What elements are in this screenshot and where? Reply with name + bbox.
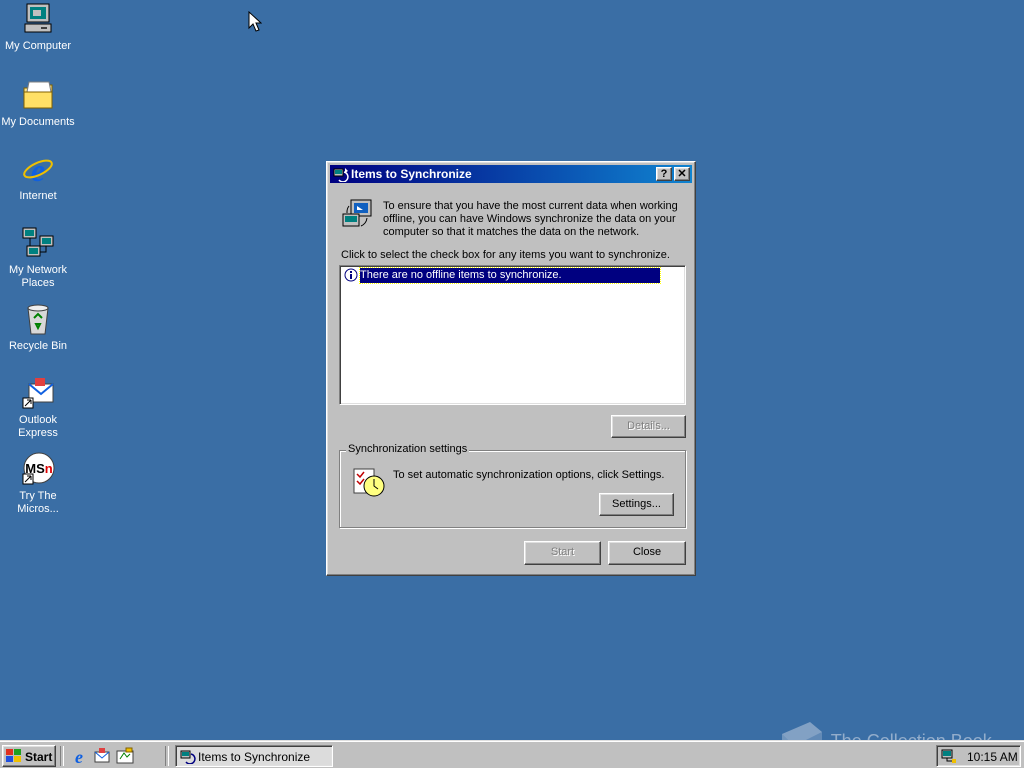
list-item[interactable]: There are no offline items to synchroniz… (342, 267, 661, 285)
svg-text:e: e (31, 152, 45, 186)
quick-launch-outlook-icon[interactable] (93, 747, 111, 768)
computer-icon (21, 2, 55, 36)
sync-icon (333, 166, 349, 183)
desktop-icon-label: Try The Micros... (17, 490, 59, 515)
windows-logo-icon (6, 749, 22, 766)
desktop-icon-label: My Documents (1, 116, 75, 128)
desktop-icon-outlook-express[interactable]: Outlook Express (0, 376, 76, 440)
start-button[interactable]: Start (524, 541, 601, 565)
close-title-button[interactable]: ✕ (674, 167, 690, 181)
desktop-icon-my-documents[interactable]: My Documents (0, 78, 76, 129)
list-item-label: There are no offline items to synchroniz… (359, 267, 661, 284)
details-button[interactable]: Details... (611, 415, 686, 438)
items-to-synchronize-dialog: Items to Synchronize ? ✕ To ensure that … (326, 161, 696, 576)
system-tray: 10:15 AM (936, 745, 1021, 767)
synchronization-settings-group: Synchronization settings To set automati… (339, 443, 686, 528)
desktop-icon-label: Outlook Express (18, 414, 58, 439)
schedule-clock-icon (352, 465, 386, 502)
svg-text:e: e (75, 747, 83, 765)
outlook-express-icon (21, 376, 55, 410)
network-icon (21, 226, 55, 260)
desktop-icon-my-network-places[interactable]: My Network Places (0, 226, 76, 290)
desktop-icon-recycle-bin[interactable]: Recycle Bin (0, 302, 76, 353)
desktop-icon-label: My Network Places (8, 264, 68, 289)
desktop-icon-label: Recycle Bin (8, 340, 68, 352)
desktop-icon-try-the-microsoft[interactable]: MSn Try The Micros... (0, 452, 76, 516)
dialog-description: To ensure that you have the most current… (383, 200, 678, 238)
desktop-icon-internet[interactable]: e Internet (0, 152, 76, 203)
group-title: Synchronization settings (346, 443, 470, 455)
taskbar-separator (60, 746, 64, 766)
clock[interactable]: 10:15 AM (967, 750, 1018, 764)
network-tray-icon[interactable] (941, 748, 957, 767)
dialog-titlebar[interactable]: Items to Synchronize ? ✕ (330, 165, 692, 183)
sync-icon (180, 748, 196, 767)
close-button[interactable]: Close (608, 541, 686, 565)
sync-computer-icon (341, 198, 373, 233)
start-label: Start (25, 750, 53, 764)
taskbar-task-items-to-synchronize[interactable]: Items to Synchronize (175, 745, 333, 767)
recycle-bin-icon (21, 302, 55, 336)
taskbar-separator (165, 746, 169, 766)
quick-launch-show-desktop-icon[interactable] (116, 747, 134, 768)
folder-icon (21, 78, 55, 112)
help-button[interactable]: ? (656, 167, 672, 181)
desktop-icon-label: My Computer (4, 40, 72, 52)
start-menu-button[interactable]: Start (2, 745, 56, 767)
desktop-icon-my-computer[interactable]: My Computer (0, 2, 76, 53)
info-icon (344, 268, 358, 285)
dialog-title: Items to Synchronize (351, 167, 472, 181)
group-text: To set automatic synchronization options… (393, 469, 665, 481)
task-label: Items to Synchronize (198, 750, 311, 764)
settings-button[interactable]: Settings... (599, 493, 674, 516)
sync-items-list[interactable]: There are no offline items to synchroniz… (339, 265, 686, 405)
taskbar: Start e Items to Synchronize 10:15 AM (0, 740, 1024, 768)
dialog-instruction: Click to select the check box for any it… (341, 249, 670, 261)
quick-launch-ie-icon[interactable]: e (70, 747, 88, 768)
desktop-icon-label: Internet (19, 190, 57, 202)
internet-explorer-icon: e (21, 152, 55, 188)
mouse-cursor-icon (248, 10, 263, 36)
msn-icon: MSn (21, 452, 55, 486)
